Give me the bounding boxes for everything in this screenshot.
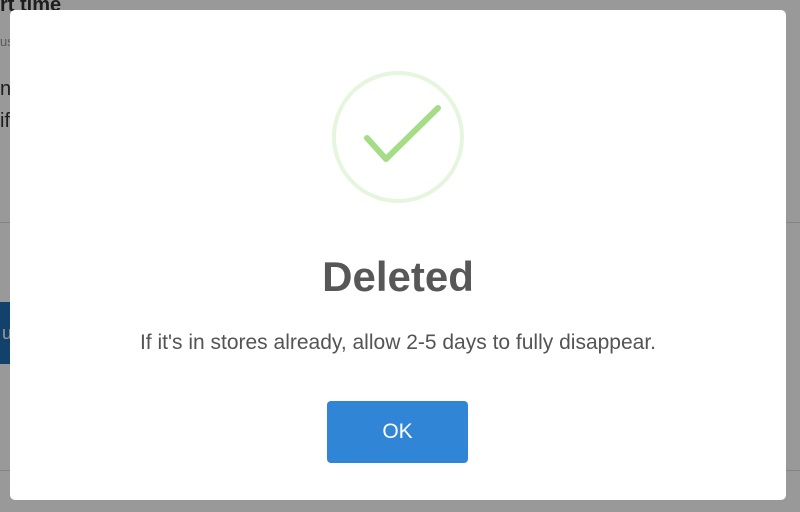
- checkmark-icon: [364, 105, 441, 162]
- dialog-message: If it's in stores already, allow 2-5 day…: [139, 331, 657, 354]
- dialog-title: Deleted: [322, 253, 474, 300]
- checkmark-stroke: [364, 105, 441, 162]
- ok-button[interactable]: OK: [327, 401, 468, 463]
- checkmark-success-icon: [332, 71, 464, 203]
- success-dialog: Deleted If it's in stores already, allow…: [10, 10, 786, 500]
